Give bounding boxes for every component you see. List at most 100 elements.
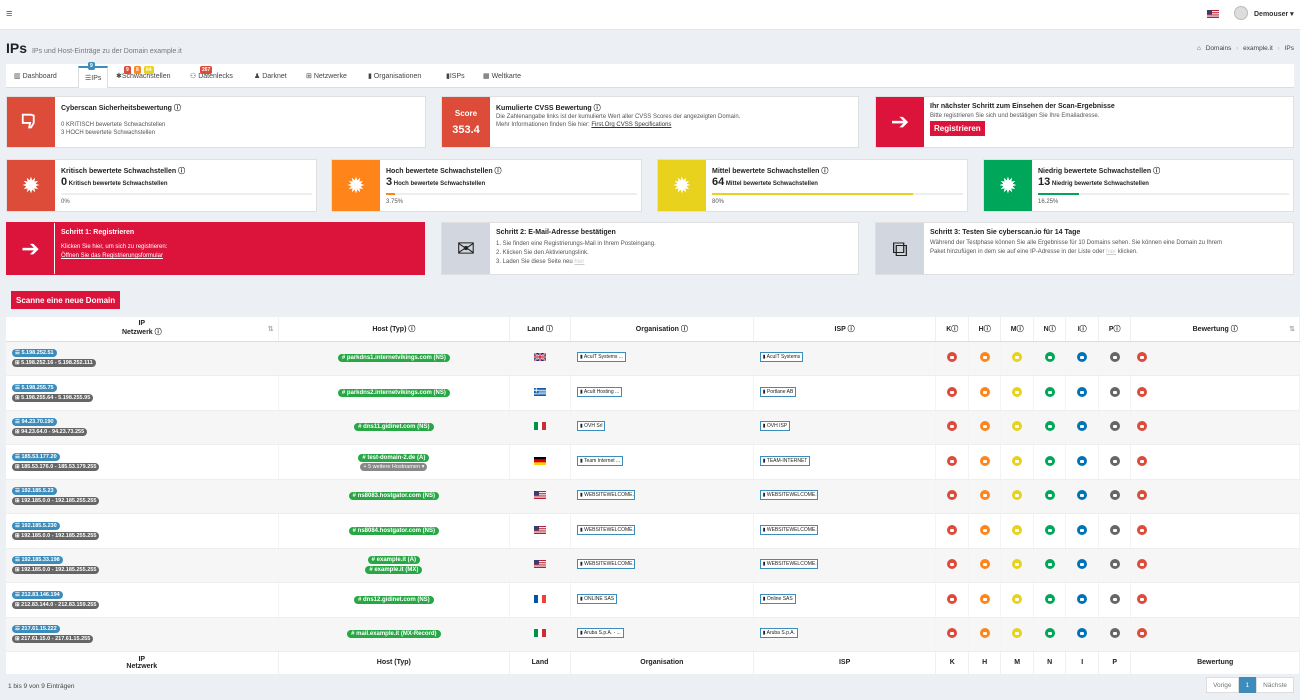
table-row[interactable]: ☰ 212.83.146.194 ⊞ 212.83.144.0 - 212.83… [6,582,1300,618]
network-tag[interactable]: ⊞ 192.185.0.0 - 192.185.255.255 [12,531,100,540]
lock-icon[interactable] [947,628,958,639]
host-tag[interactable]: # test-domain-2.de (A) [358,453,430,462]
lock-icon[interactable] [1137,386,1148,397]
host-tag[interactable]: # parkdns2.internetvikings.com (NS) [337,388,450,397]
host-tag[interactable]: # parkdns1.internetvikings.com (NS) [337,354,450,363]
org-tag[interactable]: ▮ WEBSITEWELCOME.C... [576,559,635,570]
lock-icon[interactable] [1137,455,1148,466]
isp-tag[interactable]: ▮ WEBSITEWELCOME.C... [759,524,818,535]
lock-icon[interactable] [1137,524,1148,535]
lock-icon[interactable] [1137,352,1148,363]
lock-icon[interactable] [1109,628,1120,639]
host-tag[interactable]: # mail.example.it (MX-Record) [347,630,441,639]
lock-icon[interactable] [979,593,990,604]
host-tag[interactable]: # example.it (A) [367,556,421,565]
lock-icon[interactable] [979,455,990,466]
host-tag[interactable]: # dns11.gidinet.com (NS) [354,423,434,432]
lock-icon[interactable] [947,524,958,535]
lock-icon[interactable] [1137,421,1148,432]
org-tag[interactable]: ▮ WEBSITEWELCOME.C... [576,524,635,535]
lock-icon[interactable] [1109,352,1120,363]
lock-icon[interactable] [1044,524,1055,535]
lock-icon[interactable] [1044,490,1055,501]
org-tag[interactable]: ▮ Team Internet ... [576,455,624,466]
lock-icon[interactable] [1137,628,1148,639]
lock-icon[interactable] [1077,455,1088,466]
tab-datenlecks[interactable]: 267 ⚇ Datenlecks [190,66,233,80]
ip-tag[interactable]: ☰ 185.53.177.20 [12,452,60,461]
lock-icon[interactable] [1044,352,1055,363]
network-tag[interactable]: ⊞ 185.53.176.0 - 185.53.179.255 [12,462,100,471]
lock-icon[interactable] [1137,490,1148,501]
col-bewertung[interactable]: Bewertung ⓘ ⇅ [1130,317,1300,342]
isp-tag[interactable]: ▮ WEBSITEWELCOME.C... [759,559,818,570]
lock-icon[interactable] [979,490,990,501]
lock-icon[interactable] [947,559,958,570]
tab-dashboard[interactable]: ▥ Dashboard [14,72,57,80]
lock-icon[interactable] [1137,593,1148,604]
table-row[interactable]: ☰ 192.185.5.23 ⊞ 192.185.0.0 - 192.185.2… [6,479,1300,514]
col-k[interactable]: Kⓘ [935,317,969,342]
registration-form-link[interactable]: Öffnen Sie das Registrierungsformular [61,252,163,260]
col-isp[interactable]: ISP ⓘ [753,317,937,342]
lock-icon[interactable] [979,524,990,535]
network-tag[interactable]: ⊞ 192.185.0.0 - 192.185.255.255 [12,497,100,506]
lock-icon[interactable] [1109,559,1120,570]
lock-icon[interactable] [1012,386,1023,397]
isp-tag[interactable]: ▮ TEAM-INTERNET [759,455,811,466]
lock-icon[interactable] [1077,490,1088,501]
next-page-button[interactable]: Nächste [1256,677,1294,693]
lock-icon[interactable] [1044,593,1055,604]
table-row[interactable]: ☰ 217.61.15.222 ⊞ 217.61.15.0 - 217.61.1… [6,617,1300,652]
add-domain-link[interactable]: hier [1106,249,1116,255]
lock-icon[interactable] [979,628,990,639]
col-n[interactable]: Nⓘ [1033,317,1067,342]
org-tag[interactable]: ▮ OVH Srl [576,421,606,432]
lock-icon[interactable] [1044,421,1055,432]
isp-tag[interactable]: ▮ OVH ISP [759,421,791,432]
lock-icon[interactable] [1012,524,1023,535]
lock-icon[interactable] [1044,455,1055,466]
lock-icon[interactable] [1109,490,1120,501]
col-i[interactable]: Iⓘ [1065,317,1099,342]
network-tag[interactable]: ⊞ 94.23.64.0 - 94.23.73.255 [12,428,88,437]
lock-icon[interactable] [1012,628,1023,639]
lock-icon[interactable] [1137,559,1148,570]
lock-icon[interactable] [947,455,958,466]
host-tag[interactable]: # ns8083.hostgator.com (NS) [348,492,440,501]
lock-icon[interactable] [1077,559,1088,570]
tab-isps[interactable]: ▮ISPs [446,72,465,80]
ip-tag[interactable]: ☰ 94.23.70.190 [12,418,57,427]
ip-tag[interactable]: ☰ 217.61.15.222 [12,625,60,634]
lock-icon[interactable] [1044,559,1055,570]
isp-tag[interactable]: ▮ AcuIT Systems [759,352,804,363]
lock-icon[interactable] [947,593,958,604]
breadcrumb-domain[interactable]: example.it [1243,45,1273,52]
avatar[interactable] [1234,6,1248,20]
network-tag[interactable]: ⊞ 212.83.144.0 - 212.83.159.255 [12,600,100,609]
scan-new-domain-button[interactable]: Scanne eine neue Domain [11,291,121,309]
lock-icon[interactable] [1109,421,1120,432]
lock-icon[interactable] [1077,524,1088,535]
col-m[interactable]: Mⓘ [1000,317,1034,342]
breadcrumb-domains[interactable]: Domains [1206,45,1232,52]
isp-tag[interactable]: ▮ Aruba S.p.A. [759,628,798,639]
lock-icon[interactable] [1109,455,1120,466]
lock-icon[interactable] [979,352,990,363]
table-row[interactable]: ☰ 192.185.5.230 ⊞ 192.185.0.0 - 192.185.… [6,513,1300,549]
ip-tag[interactable]: ☰ 192.185.33.198 [12,556,63,565]
lock-icon[interactable] [947,490,958,501]
col-land[interactable]: Land ⓘ [509,317,571,342]
tab-ips[interactable]: 9 ☰IPs [78,62,109,88]
host-tag[interactable]: # dns12.gidinet.com (NS) [353,595,434,604]
lock-icon[interactable] [1077,593,1088,604]
network-tag[interactable]: ⊞ 5.198.255.64 - 5.198.255.95 [12,393,94,402]
page-1-button[interactable]: 1 [1238,677,1257,693]
network-tag[interactable]: ⊞ 217.61.15.0 - 217.61.15.255 [12,635,94,644]
lock-icon[interactable] [947,386,958,397]
menu-toggle-icon[interactable]: ≡ [6,8,12,20]
org-tag[interactable]: ▮ Aruba S.p.A. - ... [576,628,624,639]
lock-icon[interactable] [1012,421,1023,432]
isp-tag[interactable]: ▮ Online SAS [759,593,796,604]
step1-card[interactable]: ➔ Schritt 1: Registrieren Klicken Sie hi… [6,222,425,275]
